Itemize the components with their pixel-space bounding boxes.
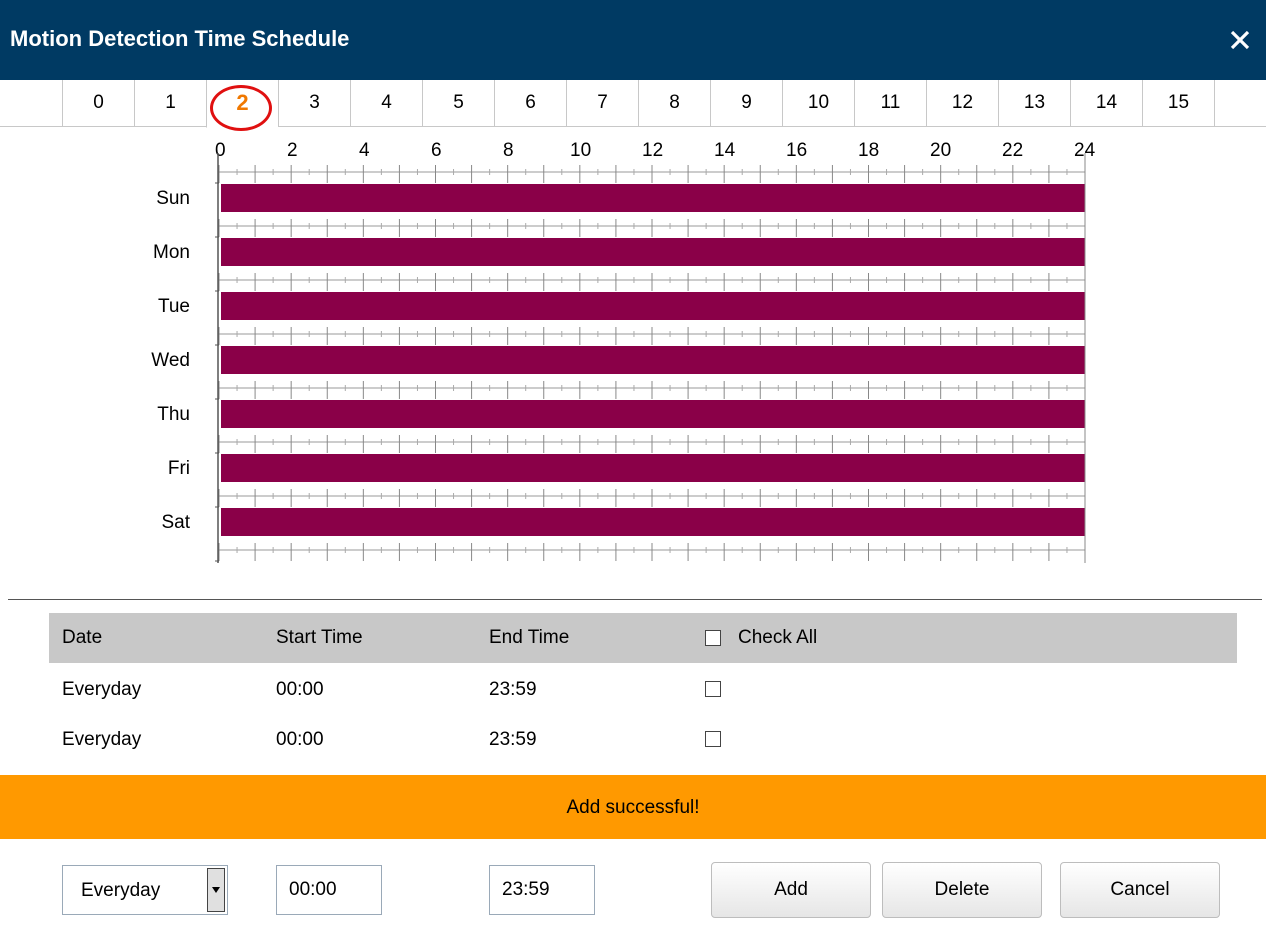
status-message: Add successful!: [566, 797, 700, 818]
column-header-start-time: Start Time: [276, 627, 363, 648]
dropdown-arrow-icon[interactable]: [207, 868, 225, 912]
status-banner: Add successful!: [0, 775, 1266, 839]
schedule-block-wed[interactable]: [221, 346, 1085, 374]
row-1-date: Everyday: [62, 679, 142, 700]
check-all-label: Check All: [738, 627, 818, 648]
schedule-grid[interactable]: [0, 0, 1266, 600]
day-select[interactable]: Everyday: [62, 865, 228, 915]
schedule-block-thu[interactable]: [221, 400, 1085, 428]
column-header-date: Date: [62, 627, 103, 648]
schedule-block-mon[interactable]: [221, 238, 1085, 266]
column-header-end-time: End Time: [489, 627, 570, 648]
schedule-block-sun[interactable]: [221, 184, 1085, 212]
row-2-checkbox[interactable]: [705, 731, 721, 747]
add-button[interactable]: Add: [711, 862, 871, 918]
row-1-checkbox[interactable]: [705, 681, 721, 697]
row-1-start: 00:00: [276, 679, 324, 700]
start-time-input[interactable]: [276, 865, 382, 915]
schedule-block-fri[interactable]: [221, 454, 1085, 482]
row-2-end: 23:59: [489, 729, 537, 750]
cancel-button[interactable]: Cancel: [1060, 862, 1220, 918]
schedule-block-sat[interactable]: [221, 508, 1085, 536]
check-all-checkbox[interactable]: [705, 630, 721, 646]
section-divider: [8, 599, 1262, 600]
row-2-date: Everyday: [62, 729, 142, 750]
table-header: [49, 613, 1237, 663]
end-time-input[interactable]: [489, 865, 595, 915]
day-select-value: Everyday: [81, 880, 161, 901]
schedule-block-tue[interactable]: [221, 292, 1085, 320]
row-1-end: 23:59: [489, 679, 537, 700]
delete-button[interactable]: Delete: [882, 862, 1042, 918]
row-2-start: 00:00: [276, 729, 324, 750]
